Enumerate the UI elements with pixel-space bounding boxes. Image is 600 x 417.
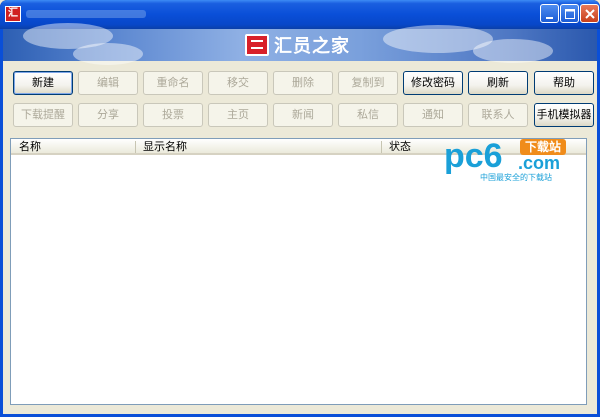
column-divider[interactable]	[381, 141, 382, 153]
notification-button[interactable]: 通知	[403, 103, 463, 127]
download-reminder-button[interactable]: 下载提醒	[13, 103, 73, 127]
maximize-icon	[565, 9, 575, 19]
brand-title: 汇员之家	[274, 36, 350, 57]
brand-logo	[245, 34, 269, 56]
delete-button[interactable]: 删除	[273, 71, 333, 95]
app-icon[interactable]: 汇	[5, 6, 21, 22]
homepage-button[interactable]: 主页	[208, 103, 268, 127]
rename-button[interactable]: 重命名	[143, 71, 203, 95]
minimize-button[interactable]	[540, 4, 559, 23]
watermark-tagline: 中国最安全的下载站	[480, 173, 552, 182]
close-button[interactable]	[580, 4, 599, 23]
contacts-button[interactable]: 联系人	[468, 103, 528, 127]
vote-button[interactable]: 投票	[143, 103, 203, 127]
watermark-logo: pc6	[444, 137, 503, 175]
column-header-display-name[interactable]: 显示名称	[137, 139, 377, 155]
title-redacted	[26, 10, 146, 18]
transfer-button[interactable]: 移交	[208, 71, 268, 95]
new-button[interactable]: 新建	[13, 71, 73, 95]
maximize-button[interactable]	[560, 4, 579, 23]
private-message-button[interactable]: 私信	[338, 103, 398, 127]
app-window: 汇 汇员之家 新建 编辑 重命名 移交 删除 复制到 修改密码 刷新 帮助 下载…	[0, 0, 600, 417]
window-border-left[interactable]	[0, 29, 3, 417]
news-button[interactable]: 新闻	[273, 103, 333, 127]
cloud-decoration	[73, 43, 143, 65]
cloud-decoration	[473, 39, 553, 63]
phone-emulator-button[interactable]: 手机模拟器	[534, 103, 594, 127]
share-button[interactable]: 分享	[78, 103, 138, 127]
brand: 汇员之家	[245, 33, 350, 57]
edit-button[interactable]: 编辑	[78, 71, 138, 95]
copy-to-button[interactable]: 复制到	[338, 71, 398, 95]
watermark-domain: .com	[518, 153, 561, 173]
refresh-button[interactable]: 刷新	[468, 71, 528, 95]
banner: 汇员之家	[3, 23, 597, 65]
column-divider[interactable]	[135, 141, 136, 153]
close-icon	[585, 9, 595, 19]
watermark: pc6 下载站 .com 中国最安全的下载站	[444, 137, 584, 185]
help-button[interactable]: 帮助	[534, 71, 594, 95]
minimize-icon	[546, 17, 553, 19]
change-password-button[interactable]: 修改密码	[403, 71, 463, 95]
column-header-name[interactable]: 名称	[13, 139, 133, 155]
